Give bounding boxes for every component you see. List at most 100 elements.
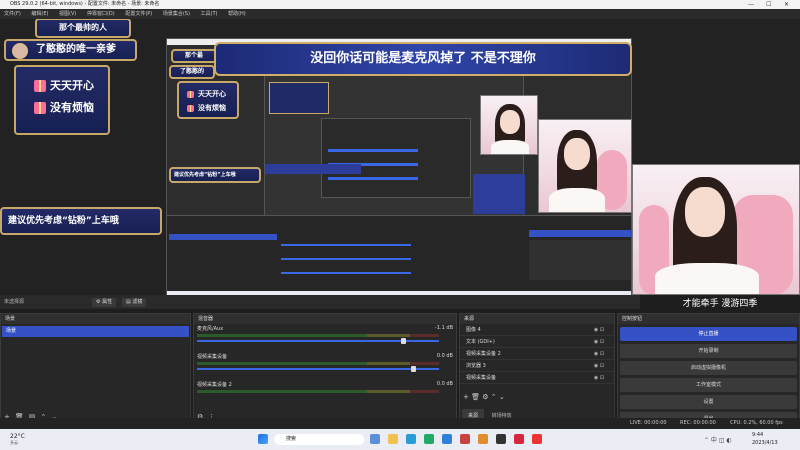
channel-name: 麦克风/Aux <box>197 326 224 332</box>
nested-wishes: 天天开心 没有烦恼 <box>177 81 239 119</box>
trash-icon[interactable]: 🗑 <box>471 393 480 401</box>
volume-meter <box>197 362 439 365</box>
gift-icon <box>34 102 46 114</box>
menu-tools[interactable]: 工具(T) <box>201 11 218 17</box>
menu-scene-collection[interactable]: 场景集合(S) <box>163 11 190 17</box>
mixer-channel: 麦克风/Aux -1.1 dB <box>197 325 453 352</box>
menu-docks[interactable]: 停靠窗口(D) <box>87 11 115 17</box>
menu-bar: 文件(F) 编辑(E) 视图(V) 停靠窗口(D) 配置文件(P) 场景集合(S… <box>0 9 800 19</box>
gift-icon <box>187 104 194 112</box>
nested-scene-item <box>169 234 277 240</box>
close-icon[interactable]: ✕ <box>784 0 789 9</box>
taskbar-search[interactable]: 搜索 <box>274 434 364 445</box>
filter-icon: ▤ <box>126 299 131 305</box>
source-item[interactable]: 浏览器 3 ◉ ⊡ <box>460 360 614 372</box>
volume-slider-handle[interactable] <box>411 366 416 372</box>
menu-help[interactable]: 帮助(H) <box>228 11 246 17</box>
task-view-icon[interactable] <box>370 434 380 444</box>
windows-taskbar: 22°C 多云 搜索 ⌃ 中 ◫ ◐ 9:44 2023/4/13 <box>0 429 800 450</box>
source-name: 视频采集设备 2 <box>466 351 501 357</box>
add-icon[interactable]: + <box>463 393 469 401</box>
app-icon[interactable] <box>460 434 470 444</box>
studio-mode-button[interactable]: 工作室模式 <box>620 378 797 392</box>
app-icon[interactable] <box>478 434 488 444</box>
menu-edit[interactable]: 编辑(E) <box>31 11 48 17</box>
scene-item[interactable]: 场景 <box>2 326 189 337</box>
source-item[interactable]: 视频采集设备 2 ◉ ⊡ <box>460 348 614 360</box>
nested-scene-bar <box>265 164 361 174</box>
caption: 才能牵手 漫游四季 <box>640 297 800 311</box>
overlay-header-small-text: 那个最帅的人 <box>59 23 107 32</box>
edge-icon[interactable] <box>406 434 416 444</box>
eye-lock-icons[interactable]: ◉ ⊡ <box>594 372 604 384</box>
menu-view[interactable]: 视图(V) <box>59 11 76 17</box>
weather-temp[interactable]: 22°C <box>10 433 25 440</box>
nested-mixer-slider <box>281 272 411 274</box>
nested-control-block <box>473 174 525 214</box>
nested-control-buttons <box>529 240 631 280</box>
source-name: 浏览器 3 <box>466 363 486 369</box>
eye-lock-icons[interactable]: ◉ ⊡ <box>594 360 604 372</box>
settings-button[interactable]: 设置 <box>620 395 797 409</box>
source-name: 图像 4 <box>466 327 481 333</box>
properties-button[interactable]: ⚙ 属性 <box>92 298 117 307</box>
eye-lock-icons[interactable]: ◉ ⊡ <box>594 336 604 348</box>
gear-icon[interactable]: ⚙ <box>482 393 488 401</box>
nested-wish-2: 没有烦恼 <box>198 104 226 112</box>
minimize-icon[interactable]: — <box>748 0 754 9</box>
mixer-channel: 视频采集设备 2 0.0 dB <box>197 381 453 408</box>
eye-lock-icons[interactable]: ◉ ⊡ <box>594 348 604 360</box>
caption-text: 才能牵手 漫游四季 <box>682 299 758 309</box>
source-item[interactable]: 图像 4 ◉ ⊡ <box>460 324 614 336</box>
gear-icon: ⚙ <box>96 299 101 305</box>
scenes-dock: 场景 场景 + 🗑 ▤ ⌃ ⌄ <box>0 313 191 424</box>
windows-start-icon[interactable] <box>258 434 268 444</box>
preview-toolbar: 未选择源 ⚙ 属性 ▤ 滤镜 <box>0 295 640 309</box>
start-recording-button[interactable]: 开始录制 <box>620 344 797 358</box>
obs-window: OBS 29.0.2 (64-bit, windows) - 配置文件: 未命名… <box>0 0 800 450</box>
file-explorer-icon[interactable] <box>388 434 398 444</box>
cpu-status: CPU: 0.2%, 60.00 fps <box>730 420 783 426</box>
controls-dock: 控制按钮 停止直播 开始录制 启动虚拟摄像机 工作室模式 设置 退出 <box>617 313 800 426</box>
eye-lock-icons[interactable]: ◉ ⊡ <box>594 324 604 336</box>
app-icon[interactable] <box>514 434 524 444</box>
overlay-banner: 没回你话可能是麦克风掉了 不是不理你 <box>214 42 632 76</box>
overlay-notice-text: 建议优先考虑“钻粉”上车哦 <box>8 216 119 226</box>
nested-header-small: 那个最 <box>171 49 217 63</box>
filters-button[interactable]: ▤ 滤镜 <box>122 298 147 307</box>
stop-streaming-button[interactable]: 停止直播 <box>620 327 797 341</box>
move-up-icon[interactable]: ⌃ <box>491 393 497 401</box>
start-virtual-camera-button[interactable]: 启动虚拟摄像机 <box>620 361 797 375</box>
volume-meter <box>197 390 439 393</box>
menu-file[interactable]: 文件(F) <box>4 11 21 17</box>
system-tray-icons[interactable]: ⌃ 中 ◫ ◐ <box>704 435 732 444</box>
nested-docks <box>167 215 631 291</box>
overlay-header-main: 了憨憨的唯一亲爹 <box>4 39 137 61</box>
source-item[interactable]: 文本 (GDI+) ◉ ⊡ <box>460 336 614 348</box>
channel-db: 0.0 dB <box>436 381 453 387</box>
volume-slider[interactable] <box>197 368 439 370</box>
gift-icon <box>187 90 194 98</box>
channel-name: 视频采集设备 2 <box>197 382 232 388</box>
nested-slider <box>328 177 418 180</box>
webcam-image-medium <box>538 119 632 213</box>
nested-notice-text: 建议优先考虑“钻粉”上车哦 <box>174 172 236 178</box>
app-icon[interactable] <box>442 434 452 444</box>
maximize-icon[interactable]: ☐ <box>766 0 771 9</box>
menu-profile[interactable]: 配置文件(P) <box>125 11 152 17</box>
channel-db: 0.0 dB <box>436 353 453 359</box>
move-down-icon[interactable]: ⌄ <box>499 393 505 401</box>
source-name: 视频采集设备 <box>466 375 497 381</box>
app-icon[interactable] <box>532 434 542 444</box>
overlay-header-main-text: 了憨憨的唯一亲爹 <box>36 44 116 55</box>
controls-dock-title: 控制按钮 <box>618 314 799 324</box>
mixer-dock-title: 混音器 <box>194 314 456 324</box>
source-item[interactable]: 视频采集设备 ◉ ⊡ <box>460 372 614 384</box>
volume-slider-handle[interactable] <box>401 338 406 344</box>
nested-wish-1: 天天开心 <box>198 90 226 98</box>
title-bar: OBS 29.0.2 (64-bit, windows) - 配置文件: 未命名… <box>0 0 800 9</box>
nested-overlay-block <box>269 82 329 114</box>
obs-icon[interactable] <box>496 434 506 444</box>
wechat-icon[interactable] <box>424 434 434 444</box>
preview-canvas[interactable]: 那个最帅的人 了憨憨的唯一亲爹 天天开心 没有烦恼 建议优先考虑“钻粉”上车哦 … <box>0 19 800 295</box>
